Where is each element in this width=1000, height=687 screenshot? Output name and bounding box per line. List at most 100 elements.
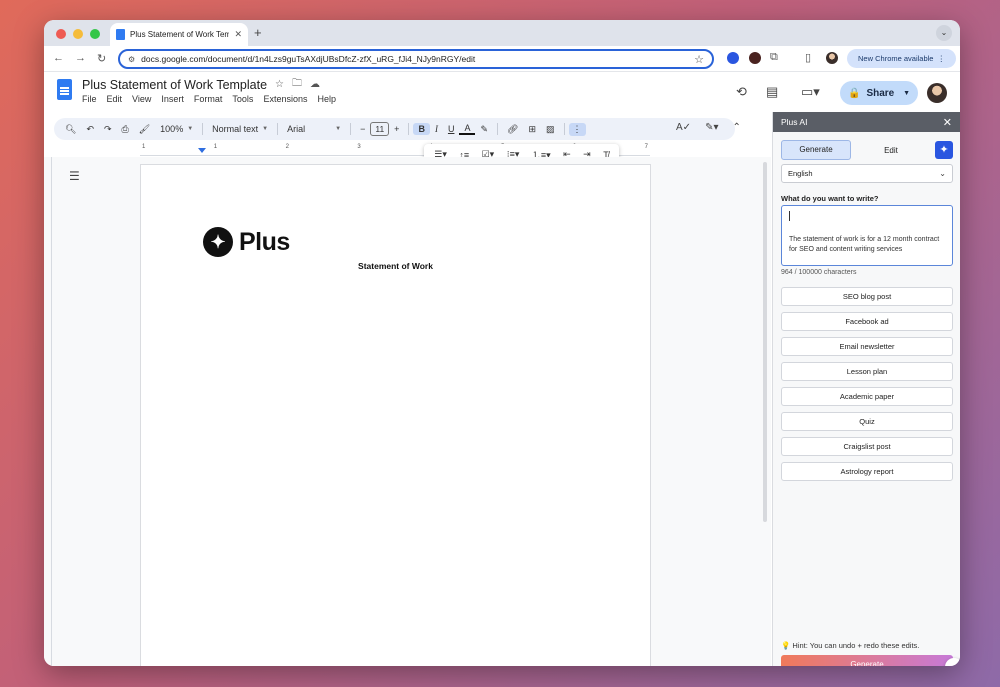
- menu-file[interactable]: File: [82, 94, 97, 104]
- docs-logo-icon[interactable]: [57, 79, 72, 100]
- menu-view[interactable]: View: [132, 94, 151, 104]
- comments-icon[interactable]: ▤: [766, 84, 778, 100]
- formatting-toolbar: 🔍︎ ↶ ↷ ⎙ 🖌︎ 100% ▼ Normal text ▼ Arial ▼ − …: [54, 118, 735, 140]
- move-folder-icon[interactable]: 🗀: [292, 76, 302, 93]
- font-select[interactable]: Arial ▼: [282, 124, 346, 134]
- site-settings-icon[interactable]: ⚙: [128, 55, 135, 64]
- profile-avatar[interactable]: [826, 52, 838, 64]
- close-window-button[interactable]: [56, 29, 66, 39]
- zoom-select[interactable]: 100% ▼: [155, 124, 198, 134]
- highlight-icon[interactable]: ✎: [475, 124, 493, 135]
- menu-extensions[interactable]: Extensions: [263, 94, 307, 104]
- side-panel-icon[interactable]: ▯: [805, 51, 811, 64]
- close-panel-icon[interactable]: ✕: [943, 116, 952, 129]
- caret-down-icon: ▼: [187, 126, 194, 132]
- prompt-textarea[interactable]: The statement of work is for a 12 month …: [781, 205, 953, 266]
- collapse-panel-chevron-icon[interactable]: ‹: [945, 658, 960, 666]
- insert-link-icon[interactable]: 🔗︎: [502, 124, 523, 135]
- browser-window: Plus Statement of Work Temp ✕ + ⌄ ← → ↻ …: [44, 20, 960, 666]
- collapse-toolbar-icon[interactable]: ⌃: [732, 122, 740, 133]
- bookmark-star-icon[interactable]: ☆: [694, 53, 704, 66]
- generate-button[interactable]: Generate: [781, 655, 953, 666]
- share-button[interactable]: 🔒 Share ▼: [840, 81, 918, 105]
- template-email-newsletter-button[interactable]: Email newsletter: [781, 337, 953, 356]
- account-avatar[interactable]: [927, 83, 947, 103]
- tab-close-icon[interactable]: ✕: [234, 29, 242, 40]
- increase-font-size-button[interactable]: +: [389, 124, 404, 134]
- share-dropdown-icon[interactable]: ▼: [903, 90, 910, 97]
- document-title-row: Plus Statement of Work Template ☆ 🗀 ☁: [82, 76, 320, 93]
- extension-icon[interactable]: [749, 52, 761, 64]
- divider: [408, 123, 410, 135]
- document-title[interactable]: Plus Statement of Work Template: [82, 78, 267, 92]
- document-heading[interactable]: Statement of Work: [141, 261, 650, 271]
- toolbar-right-tools: A✓ ✎▾ ⌃: [676, 122, 741, 133]
- spellcheck-icon[interactable]: A✓: [676, 122, 691, 133]
- italic-button[interactable]: I: [430, 124, 443, 134]
- ruler-number: 1: [142, 144, 146, 150]
- ruler-number: 2: [285, 144, 289, 150]
- template-facebook-ad-button[interactable]: Facebook ad: [781, 312, 953, 331]
- template-academic-paper-button[interactable]: Academic paper: [781, 387, 953, 406]
- minimize-window-button[interactable]: [73, 29, 83, 39]
- plus-extension-icon[interactable]: [727, 52, 739, 64]
- paint-format-icon[interactable]: 🖌︎: [134, 124, 155, 135]
- more-options-icon[interactable]: ⋮: [568, 122, 586, 136]
- panel-title: Plus AI: [781, 117, 808, 127]
- undo-icon[interactable]: ↶: [81, 124, 99, 135]
- template-astrology-report-button[interactable]: Astrology report: [781, 462, 953, 481]
- forward-arrow-icon[interactable]: →: [75, 52, 86, 64]
- tab-edit[interactable]: Edit: [851, 146, 931, 155]
- menu-help[interactable]: Help: [317, 94, 336, 104]
- tab-strip: Plus Statement of Work Temp ✕ + ⌄: [44, 20, 960, 46]
- chrome-update-button[interactable]: New Chrome available ⋮: [847, 49, 956, 68]
- tab-search-chevron-icon[interactable]: ⌄: [936, 25, 952, 41]
- text-color-button[interactable]: A: [459, 123, 476, 135]
- divider: [563, 123, 565, 135]
- template-quiz-button[interactable]: Quiz: [781, 412, 953, 431]
- back-arrow-icon[interactable]: ←: [53, 52, 64, 64]
- meet-camera-icon[interactable]: ▭▾: [801, 84, 820, 100]
- history-icon[interactable]: ⟲: [736, 84, 747, 100]
- maximize-window-button[interactable]: [90, 29, 100, 39]
- cloud-status-icon[interactable]: ☁: [310, 79, 320, 90]
- template-list: SEO blog post Facebook ad Email newslett…: [781, 287, 953, 487]
- document-scrollbar[interactable]: [763, 162, 767, 522]
- add-comment-icon[interactable]: ⊞: [523, 124, 541, 135]
- menu-format[interactable]: Format: [194, 94, 223, 104]
- editing-mode-icon[interactable]: ✎▾: [705, 122, 718, 133]
- vertical-ruler[interactable]: [44, 157, 52, 666]
- docs-favicon-icon: [116, 29, 125, 40]
- style-select[interactable]: Normal text ▼: [207, 124, 273, 134]
- template-craigslist-post-button[interactable]: Craigslist post: [781, 437, 953, 456]
- reload-icon[interactable]: ↻: [97, 52, 106, 65]
- print-icon[interactable]: ⎙: [117, 124, 134, 135]
- star-icon[interactable]: ☆: [275, 79, 284, 90]
- menu-edit[interactable]: Edit: [107, 94, 123, 104]
- search-menus-icon[interactable]: 🔍︎: [60, 124, 81, 135]
- template-seo-blog-post-button[interactable]: SEO blog post: [781, 287, 953, 306]
- tab-generate[interactable]: Generate: [781, 140, 851, 160]
- font-size-input[interactable]: 11: [370, 122, 390, 136]
- menu-insert[interactable]: Insert: [161, 94, 184, 104]
- panel-tabs: Generate Edit ✦: [781, 140, 953, 160]
- bold-button[interactable]: B: [413, 123, 430, 135]
- underline-button[interactable]: U: [443, 124, 460, 134]
- document-outline-icon[interactable]: ☰: [69, 169, 80, 183]
- insert-image-icon[interactable]: ▨: [541, 124, 560, 135]
- character-count: 964 / 100000 characters: [781, 269, 857, 276]
- font-value: Arial: [287, 124, 306, 134]
- template-lesson-plan-button[interactable]: Lesson plan: [781, 362, 953, 381]
- decrease-font-size-button[interactable]: −: [355, 124, 370, 134]
- extensions-puzzle-icon[interactable]: ⧉: [770, 51, 778, 64]
- redo-icon[interactable]: ↷: [99, 124, 117, 135]
- menu-bar: File Edit View Insert Format Tools Exten…: [82, 94, 336, 104]
- ruler-number: 1: [213, 144, 218, 150]
- document-page[interactable]: ✦ Plus Statement of Work: [140, 164, 651, 666]
- menu-tools[interactable]: Tools: [232, 94, 253, 104]
- url-bar[interactable]: ⚙ docs.google.com/document/d/1n4Lzs9guTs…: [118, 49, 714, 69]
- language-select[interactable]: English ⌄: [781, 164, 953, 183]
- new-tab-button[interactable]: +: [254, 25, 262, 40]
- indent-marker[interactable]: [198, 148, 206, 153]
- browser-tab[interactable]: Plus Statement of Work Temp ✕: [110, 23, 248, 46]
